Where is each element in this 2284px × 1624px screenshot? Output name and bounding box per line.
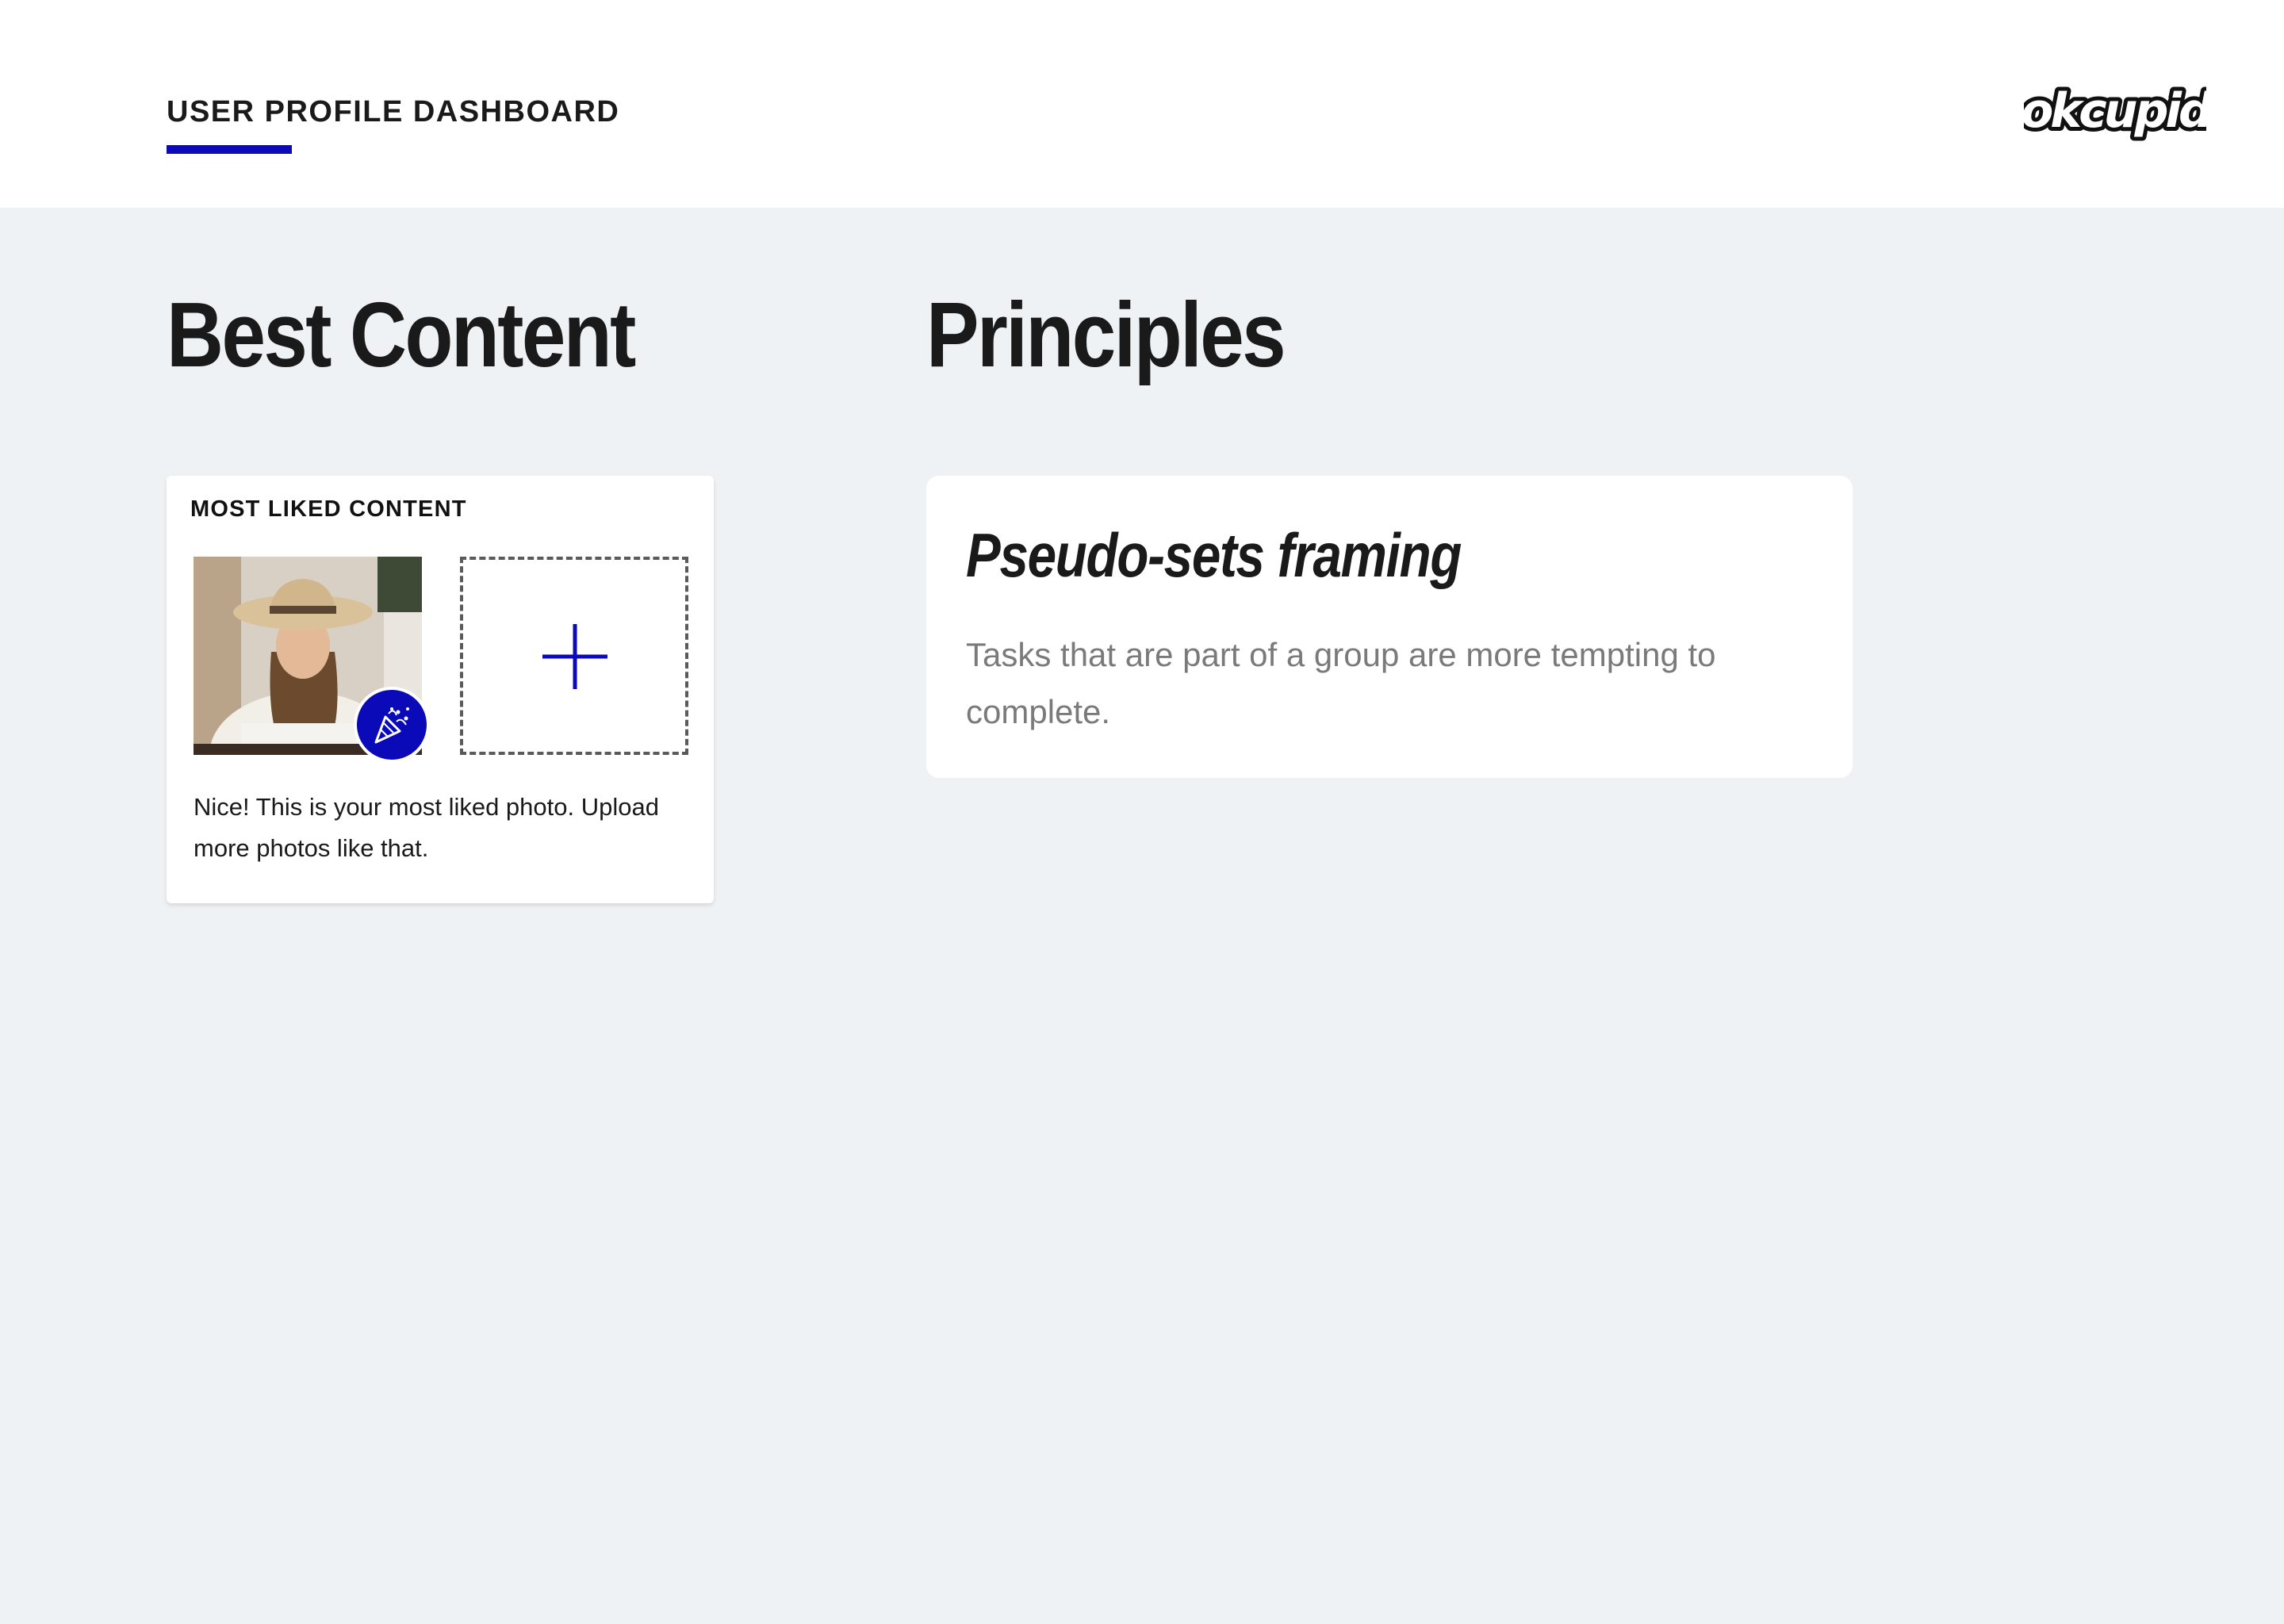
principle-title: Pseudo-sets framing [966,520,1462,590]
principle-card: Pseudo-sets framing Tasks that are part … [926,476,1853,778]
card-heading: MOST LIKED CONTENT [190,496,467,522]
tab-user-profile-dashboard[interactable]: USER PROFILE DASHBOARD [167,95,619,129]
best-content-title: Best Content [167,283,636,386]
most-liked-message: Nice! This is your most liked photo. Upl… [194,793,659,862]
plus-icon [542,624,607,689]
add-photo-button[interactable] [460,557,688,755]
party-popper-icon [354,687,430,763]
active-tab-indicator [167,145,292,154]
top-bar: USER PROFILE DASHBOARD okcupid [0,0,2284,208]
principle-description: Tasks that are part of a group are more … [966,636,1716,730]
svg-text:okcupid: okcupid [2024,83,2206,139]
okcupid-logo[interactable]: okcupid [2024,78,2206,144]
principles-title: Principles [926,283,1286,386]
most-liked-content-card: MOST LIKED CONTENT Nice! This is your mo… [167,476,714,903]
